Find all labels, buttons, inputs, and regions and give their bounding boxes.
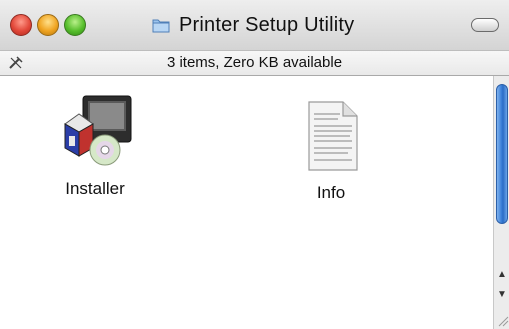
zoom-button[interactable] [64, 14, 86, 36]
document-icon[interactable] [296, 101, 366, 178]
window-title-group: Printer Setup Utility [150, 12, 354, 38]
close-button[interactable] [10, 14, 32, 36]
minimize-button[interactable] [37, 14, 59, 36]
installer-item[interactable]: Installer [40, 92, 150, 199]
window-title: Printer Setup Utility [179, 13, 355, 36]
resize-grip-icon[interactable] [497, 314, 509, 327]
info-label[interactable]: Info [276, 183, 386, 203]
title-bar[interactable]: Printer Setup Utility [0, 0, 509, 51]
status-text: 3 items, Zero KB available [166, 54, 343, 71]
scroll-up-icon[interactable]: ▲ [494, 266, 509, 284]
scroll-thumb[interactable] [496, 84, 508, 224]
scroll-down-icon[interactable]: ▼ [494, 286, 509, 304]
finder-window: Printer Setup Utility 3 items, Zero KB a… [0, 0, 509, 329]
info-item[interactable]: Info [276, 98, 386, 203]
folder-icon [150, 14, 172, 36]
content-area: Installer Info [0, 76, 493, 329]
installer-icon[interactable] [55, 95, 135, 174]
vertical-scrollbar[interactable]: ▲ ▼ [493, 76, 509, 329]
toolbar-toggle-button[interactable] [471, 18, 499, 32]
status-bar: 3 items, Zero KB available [0, 51, 509, 76]
installer-label[interactable]: Installer [40, 179, 150, 199]
